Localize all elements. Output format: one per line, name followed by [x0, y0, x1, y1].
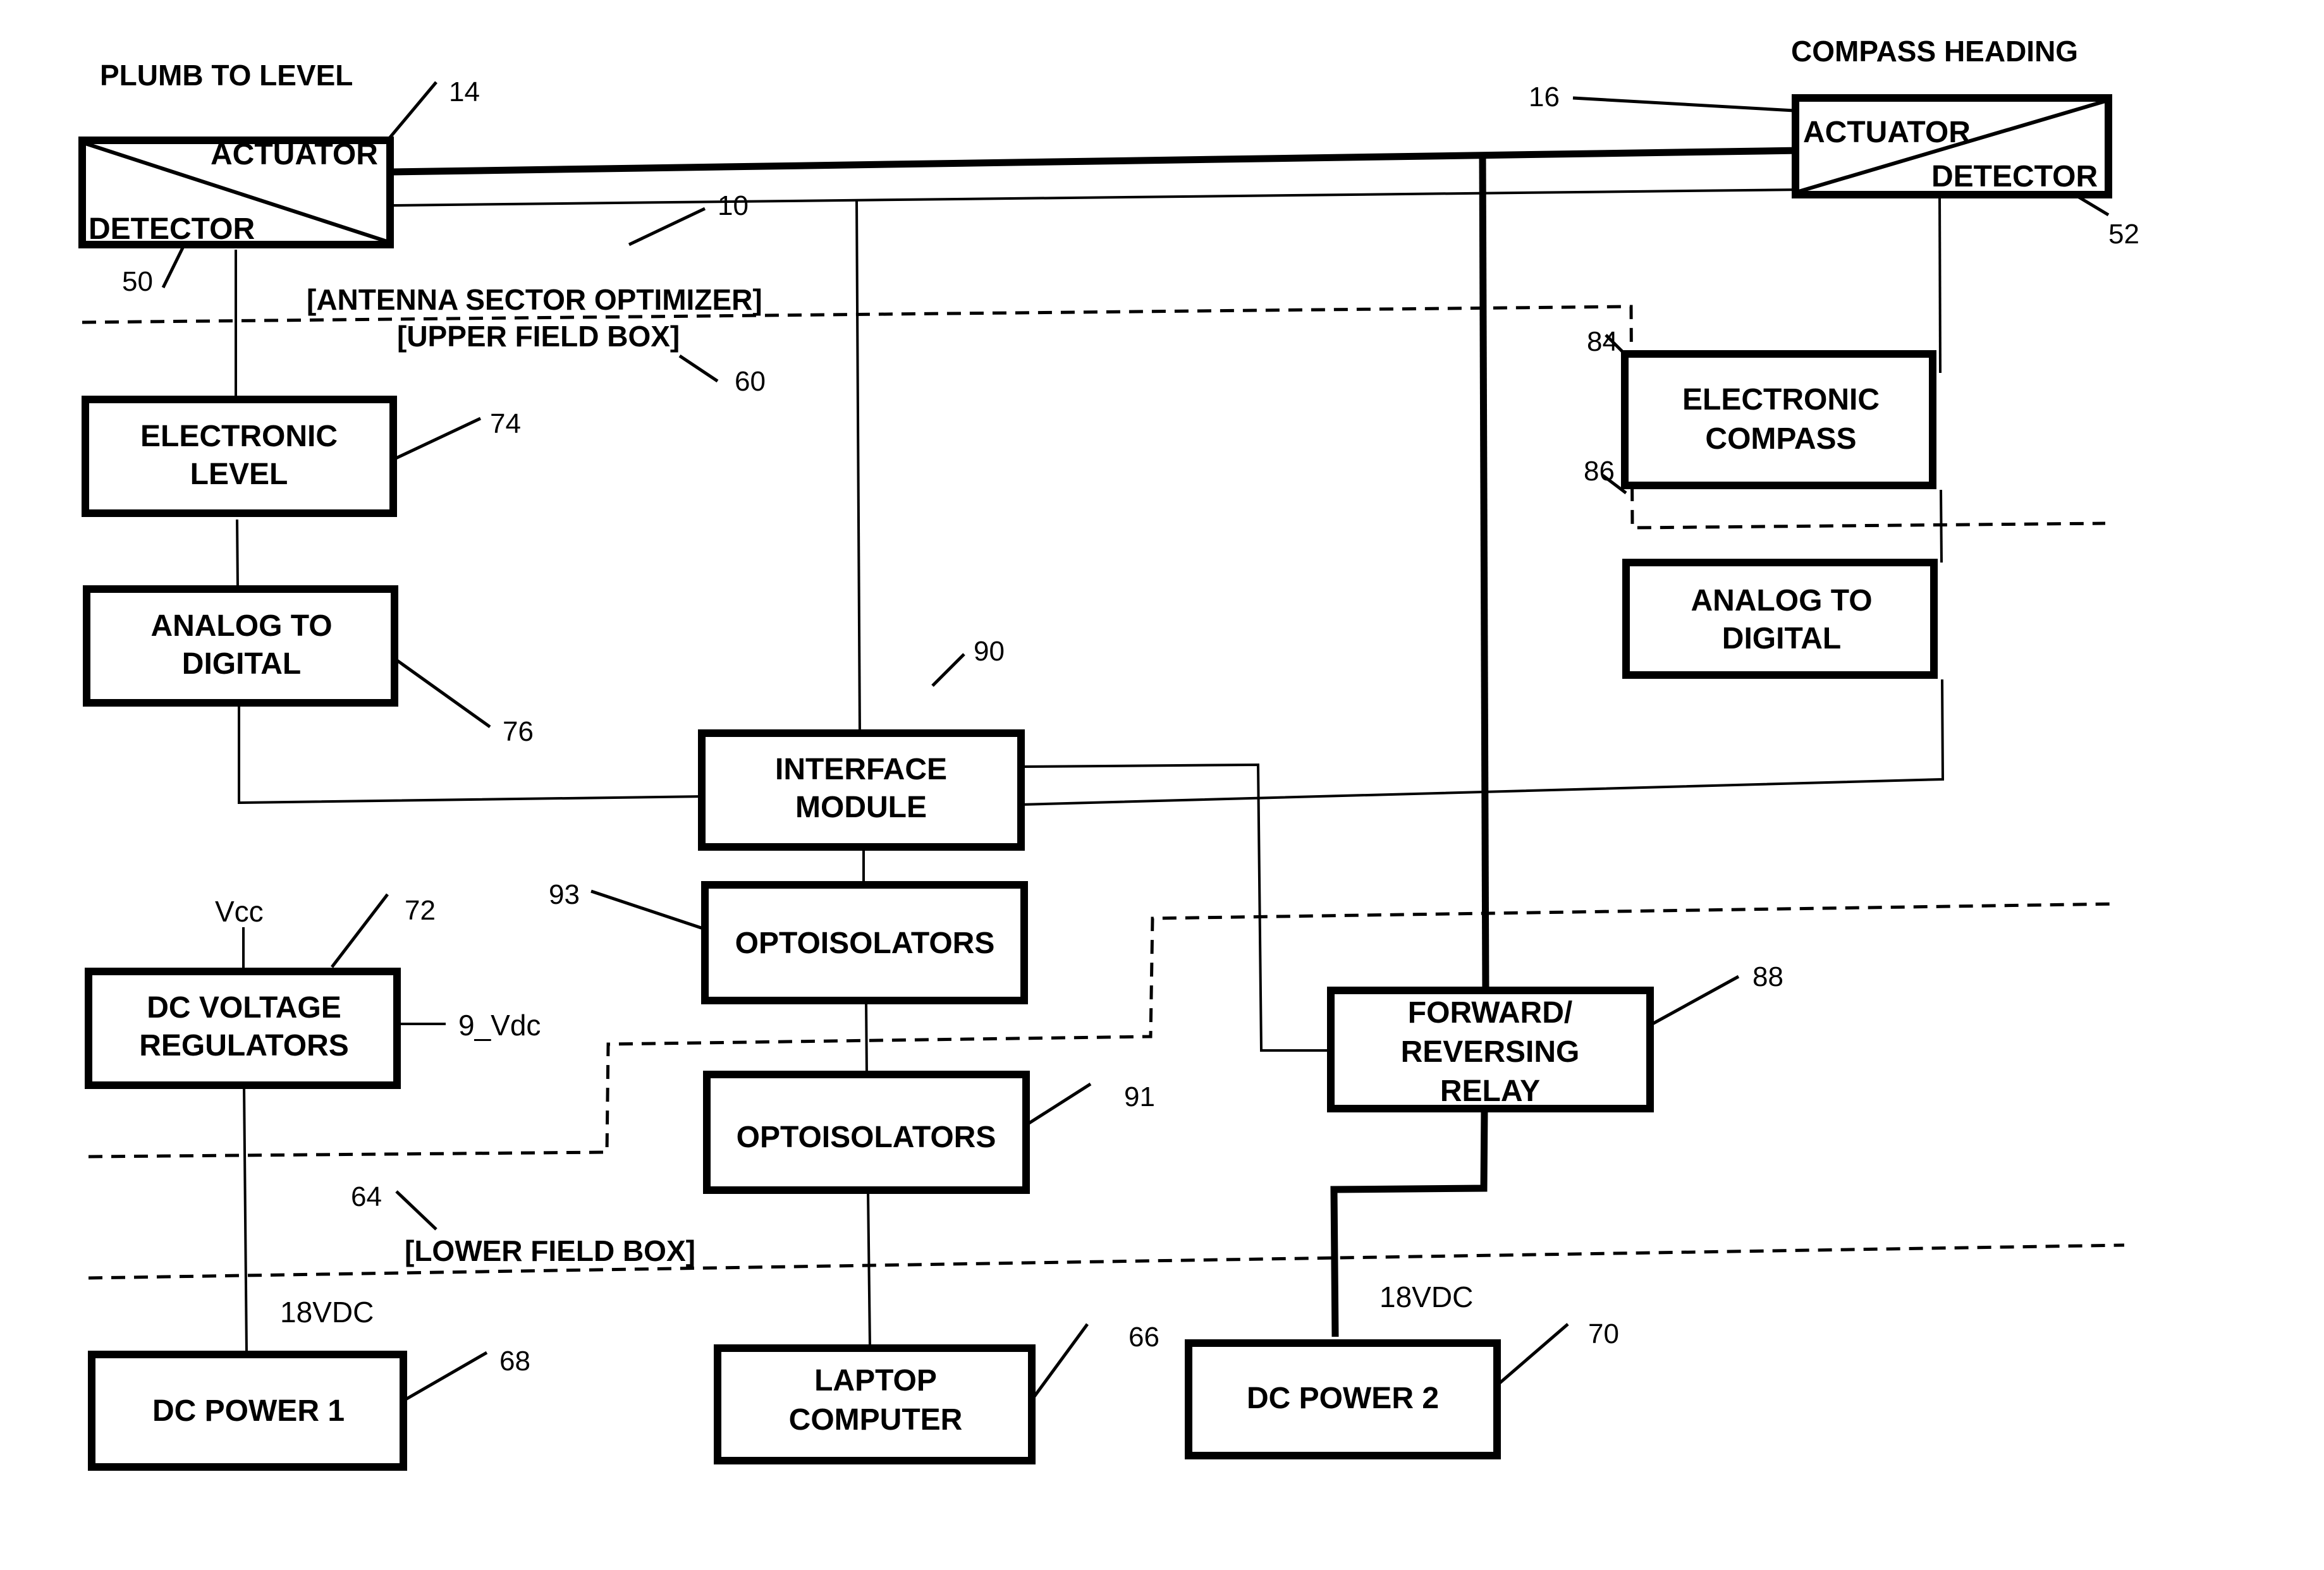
electronic-compass-line1: ELECTRONIC	[1682, 383, 1880, 417]
relay-bus-drop	[1479, 154, 1489, 994]
ref-76: 76	[503, 716, 534, 747]
electronic-level-block: ELECTRONIC LEVEL	[82, 396, 397, 517]
voltage-regulators-line2: REGULATORS	[139, 1029, 349, 1062]
ref-64: 64	[351, 1181, 382, 1212]
optoisolators-upper-label: OPTOISOLATORS	[735, 927, 995, 960]
ref-lead-91	[1025, 1082, 1092, 1127]
ref-90: 90	[974, 636, 1005, 667]
control-bus	[391, 188, 1802, 207]
adc-left-line2: DIGITAL	[182, 647, 301, 681]
actuator-power-bus	[391, 147, 1802, 176]
ref-60: 60	[735, 366, 766, 397]
plumb-actuator-detector-block: ACTUATOR DETECTOR	[78, 137, 394, 248]
9vdc-label: 9_Vdc	[458, 1009, 541, 1042]
ref-lead-52	[2076, 194, 2110, 217]
ref-lead-60	[678, 354, 719, 383]
ref-lead-64	[395, 1190, 437, 1231]
level-to-adc-left	[236, 519, 239, 588]
antenna-sector-optimizer-label: [ANTENNA SECTOR OPTIMIZER]	[307, 283, 762, 316]
vcc-label: Vcc	[215, 895, 264, 928]
electronic-compass-line2: COMPASS	[1705, 422, 1856, 456]
adc-right-line2: DIGITAL	[1722, 622, 1841, 655]
ref-lead-68	[403, 1351, 488, 1402]
upper-field-box-label: [UPPER FIELD BOX]	[397, 320, 680, 353]
laptop-line2: COMPUTER	[789, 1403, 963, 1437]
opto-lower-to-laptop	[867, 1191, 871, 1347]
opto-upper-to-opto-lower	[865, 1001, 868, 1075]
dc-power-2-block: DC POWER 2	[1185, 1339, 1501, 1459]
optoisolators-upper-block: OPTOISOLATORS	[701, 881, 1028, 1004]
adc-right-line1: ANALOG TO	[1691, 584, 1872, 618]
laptop-computer-block: LAPTOP COMPUTER	[714, 1344, 1036, 1464]
ref-lead-93	[590, 889, 706, 931]
compass-heading-header: COMPASS HEADING	[1791, 35, 2078, 68]
regulators-to-dc-power-1	[243, 1085, 248, 1353]
ref-lead-50	[161, 245, 185, 289]
adc-left-to-interface	[238, 707, 706, 805]
voltage-regulators-line1: DC VOLTAGE	[147, 991, 341, 1025]
laptop-line1: LAPTOP	[814, 1364, 937, 1397]
ref-86: 86	[1584, 456, 1615, 487]
lower-field-box-boundary	[88, 1243, 2125, 1280]
ref-66: 66	[1128, 1322, 1159, 1353]
ref-91: 91	[1124, 1081, 1155, 1112]
interface-module-block: INTERFACE MODULE	[698, 729, 1025, 851]
ref-lead-14	[386, 81, 437, 142]
ref-lead-88	[1649, 975, 1740, 1027]
ref-lead-76	[393, 657, 491, 729]
ref-lead-74	[392, 417, 482, 461]
dc-power-2-supply-label: 18VDC	[1379, 1281, 1473, 1313]
adc-left-block: ANALOG TO DIGITAL	[83, 585, 398, 707]
lower-field-box-label: [LOWER FIELD BOX]	[405, 1234, 695, 1267]
ref-lead-16	[1572, 96, 1795, 113]
dc-power-1-supply-label: 18VDC	[280, 1296, 374, 1329]
ref-lead-10	[628, 207, 706, 246]
interface-bus-drop	[855, 200, 861, 735]
relay-line2: REVERSING	[1401, 1035, 1580, 1069]
adc-left-line1: ANALOG TO	[150, 609, 332, 643]
ref-50: 50	[122, 266, 153, 297]
compass-actuator-label: ACTUATOR	[1803, 116, 1971, 149]
ref-93: 93	[549, 879, 580, 910]
optoisolators-lower-block: OPTOISOLATORS	[703, 1071, 1030, 1194]
plumb-detector-label: DETECTOR	[89, 212, 255, 246]
compass-detector-label: DETECTOR	[1931, 160, 2098, 193]
plumb-to-level-header: PLUMB TO LEVEL	[100, 59, 353, 92]
ref-88: 88	[1752, 961, 1783, 992]
dc-power-1-block: DC POWER 1	[88, 1351, 407, 1471]
interface-module-line2: MODULE	[795, 791, 927, 824]
forward-reversing-relay-block: FORWARD/ REVERSING RELAY	[1327, 987, 1654, 1112]
voltage-regulators-block: DC VOLTAGE REGULATORS	[85, 968, 401, 1089]
electronic-compass-block: ELECTRONIC COMPASS	[1621, 350, 1936, 489]
compass-actuator-detector-block: ACTUATOR DETECTOR	[1792, 94, 2112, 198]
ref-lead-72	[331, 893, 389, 968]
block-diagram: PLUMB TO LEVEL COMPASS HEADING ACTUATOR …	[78, 35, 2139, 1471]
relay-line3: RELAY	[1440, 1074, 1540, 1108]
ref-lead-70	[1497, 1323, 1569, 1385]
plumb-actuator-label: ACTUATOR	[211, 138, 378, 171]
adc-right-block: ANALOG TO DIGITAL	[1622, 559, 1938, 679]
ref-14: 14	[449, 76, 480, 107]
optoisolators-lower-label: OPTOISOLATORS	[737, 1121, 996, 1154]
ref-lead-90-visible	[931, 653, 965, 687]
ref-70: 70	[1588, 1318, 1619, 1349]
ref-lead-66	[1030, 1323, 1089, 1401]
electronic-level-line2: LEVEL	[190, 458, 288, 491]
ref-72: 72	[405, 895, 436, 926]
ref-52: 52	[2108, 219, 2139, 250]
interface-to-relay	[1020, 763, 1328, 1052]
ref-16: 16	[1529, 82, 1560, 113]
dc-power-1-label: DC POWER 1	[152, 1394, 345, 1428]
relay-line1: FORWARD/	[1408, 996, 1572, 1030]
ref-84: 84	[1587, 326, 1618, 357]
interface-module-line1: INTERFACE	[775, 753, 947, 786]
dc-power-2-label: DC POWER 2	[1247, 1382, 1439, 1415]
electronic-level-line1: ELECTRONIC	[140, 420, 338, 453]
ref-10: 10	[718, 190, 749, 221]
ref-74: 74	[490, 408, 521, 439]
ref-68: 68	[499, 1346, 530, 1377]
